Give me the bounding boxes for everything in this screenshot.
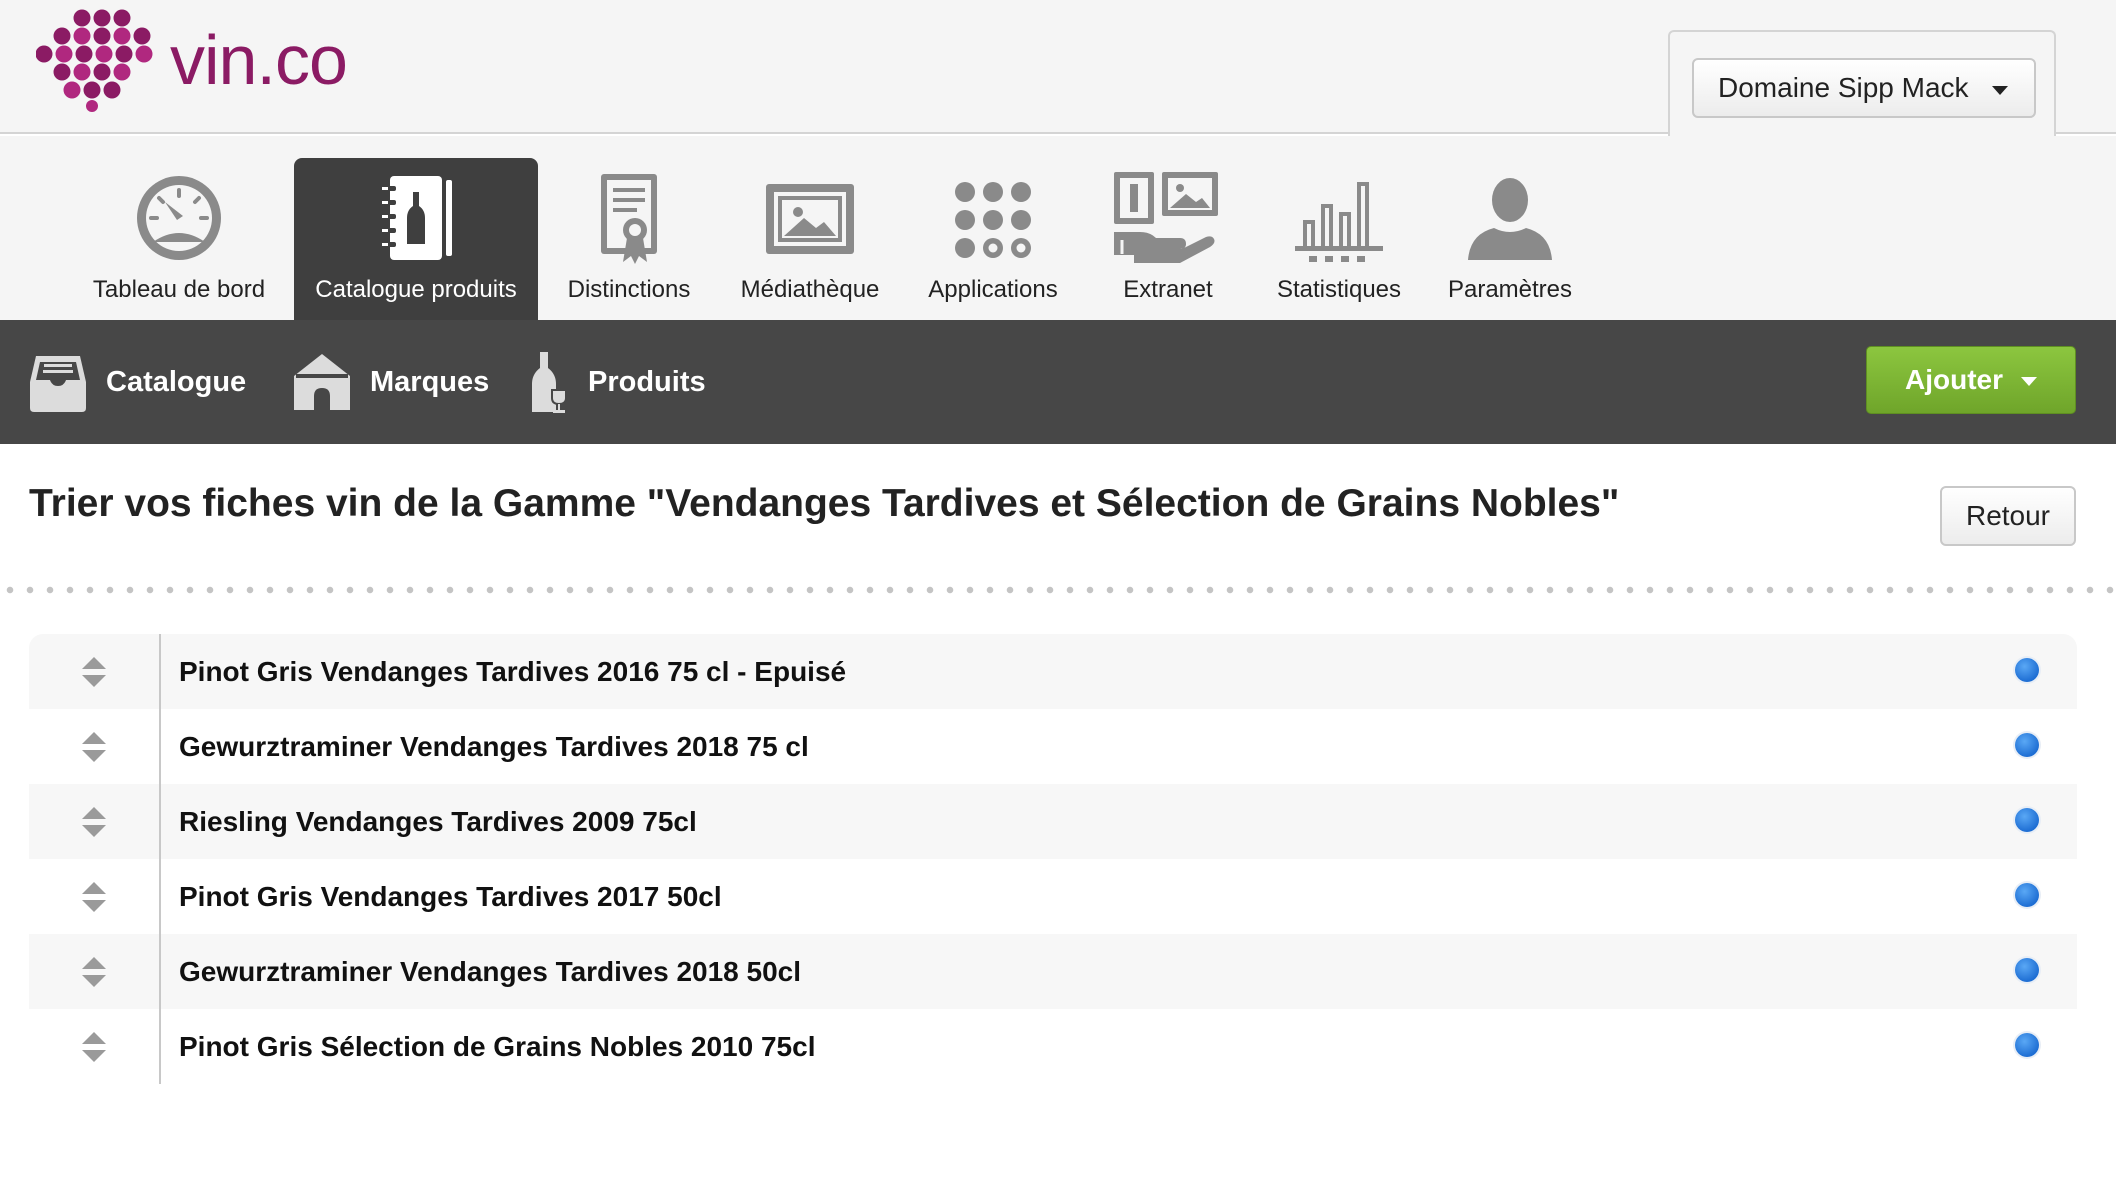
wine-name: Riesling Vendanges Tardives 2009 75cl bbox=[179, 805, 697, 837]
extranet-hand-icon bbox=[1114, 172, 1218, 263]
house-icon bbox=[294, 354, 350, 410]
sort-arrows-icon[interactable] bbox=[79, 1030, 109, 1064]
sort-arrows-icon[interactable] bbox=[79, 955, 109, 989]
logo-text-main: vin bbox=[170, 21, 257, 99]
bar-chart-icon bbox=[1295, 182, 1383, 262]
sort-arrows-icon[interactable] bbox=[79, 655, 109, 689]
grapes-logo-icon bbox=[36, 9, 153, 112]
wine-name: Pinot Gris Vendanges Tardives 2016 75 cl… bbox=[179, 655, 847, 687]
back-button[interactable]: Retour bbox=[1940, 486, 2076, 546]
module-statistiques[interactable]: Statistiques bbox=[1268, 158, 1410, 320]
wine-name: Pinot Gris Vendanges Tardives 2017 50cl bbox=[179, 880, 722, 912]
list-item[interactable]: Riesling Vendanges Tardives 2009 75cl bbox=[29, 784, 2077, 859]
wine-name: Pinot Gris Sélection de Grains Nobles 20… bbox=[179, 1030, 816, 1062]
module-nav: Tableau de bord Catalogue produits Disti… bbox=[0, 136, 2116, 320]
list-item[interactable]: Pinot Gris Vendanges Tardives 2017 50cl bbox=[29, 859, 2077, 934]
status-indicator bbox=[2015, 658, 2039, 682]
list-item[interactable]: Gewurztraminer Vendanges Tardives 2018 7… bbox=[29, 709, 2077, 784]
list-item[interactable]: Gewurztraminer Vendanges Tardives 2018 5… bbox=[29, 934, 2077, 1009]
image-gallery-icon bbox=[766, 184, 854, 254]
status-indicator bbox=[2015, 958, 2039, 982]
module-catalogue-produits[interactable]: Catalogue produits bbox=[294, 158, 538, 320]
add-button[interactable]: Ajouter bbox=[1866, 346, 2076, 414]
status-indicator bbox=[2015, 808, 2039, 832]
back-button-label: Retour bbox=[1965, 500, 2051, 531]
sort-arrows-icon[interactable] bbox=[79, 805, 109, 839]
drag-handle-cell[interactable] bbox=[29, 1009, 161, 1084]
catalog-book-icon bbox=[382, 176, 452, 260]
logo-text-dot: . bbox=[256, 21, 275, 99]
module-label: Catalogue produits bbox=[315, 276, 517, 303]
subnav-item-catalogue[interactable]: Catalogue bbox=[28, 320, 246, 444]
status-indicator bbox=[2015, 1033, 2039, 1057]
status-indicator bbox=[2015, 733, 2039, 757]
caret-down-icon bbox=[2021, 377, 2037, 386]
drag-handle-cell[interactable] bbox=[29, 709, 161, 784]
list-item[interactable]: Pinot Gris Sélection de Grains Nobles 20… bbox=[29, 1009, 2077, 1084]
caret-down-icon bbox=[1992, 86, 2008, 95]
dashboard-gauge-icon bbox=[137, 176, 221, 260]
wine-name: Gewurztraminer Vendanges Tardives 2018 5… bbox=[179, 955, 802, 987]
subnav-label: Produits bbox=[588, 365, 706, 398]
drag-handle-cell[interactable] bbox=[29, 784, 161, 859]
subnav-label: Marques bbox=[370, 365, 490, 398]
module-label: Tableau de bord bbox=[92, 276, 266, 303]
module-label: Paramètres bbox=[1447, 276, 1573, 303]
module-distinctions[interactable]: Distinctions bbox=[560, 158, 698, 320]
status-indicator bbox=[2015, 883, 2039, 907]
module-applications[interactable]: Applications bbox=[918, 158, 1068, 320]
page-title: Trier vos fiches vin de la Gamme "Vendan… bbox=[29, 482, 1620, 525]
dotted-divider bbox=[0, 586, 2116, 594]
domain-tab: Domaine Sipp Mack bbox=[1668, 30, 2056, 136]
domain-selector-label: Domaine Sipp Mack bbox=[1718, 72, 1969, 103]
drag-handle-cell[interactable] bbox=[29, 934, 161, 1009]
module-label: Distinctions bbox=[567, 276, 691, 303]
subnav-label: Catalogue bbox=[106, 365, 247, 398]
sortable-wine-list: Pinot Gris Vendanges Tardives 2016 75 cl… bbox=[29, 634, 2077, 1084]
inbox-tray-icon bbox=[30, 356, 86, 412]
module-extranet[interactable]: Extranet bbox=[1102, 158, 1234, 320]
module-label: Médiathèque bbox=[740, 276, 880, 303]
module-label: Applications bbox=[928, 276, 1058, 303]
module-parametres[interactable]: Paramètres bbox=[1442, 158, 1578, 320]
user-profile-icon bbox=[1468, 178, 1552, 260]
domain-selector-dropdown[interactable]: Domaine Sipp Mack bbox=[1692, 58, 2036, 118]
apps-grid-icon bbox=[955, 182, 1031, 258]
logo-wordmark: vin.co bbox=[170, 20, 348, 100]
subnav-item-produits[interactable]: Produits bbox=[530, 320, 706, 444]
subnav-item-marques[interactable]: Marques bbox=[292, 320, 489, 444]
sort-arrows-icon[interactable] bbox=[79, 880, 109, 914]
add-button-label: Ajouter bbox=[1905, 364, 2003, 395]
bottle-glass-icon bbox=[532, 352, 567, 413]
drag-handle-cell[interactable] bbox=[29, 859, 161, 934]
drag-handle-cell[interactable] bbox=[29, 634, 161, 709]
sort-arrows-icon[interactable] bbox=[79, 730, 109, 764]
module-label: Statistiques bbox=[1276, 276, 1402, 303]
top-header: vin.co Domaine Sipp Mack bbox=[0, 0, 2116, 136]
module-tableau-de-bord[interactable]: Tableau de bord bbox=[86, 158, 272, 320]
sub-nav: Catalogue Marques Produits Ajouter bbox=[0, 320, 2116, 444]
list-item[interactable]: Pinot Gris Vendanges Tardives 2016 75 cl… bbox=[29, 634, 2077, 709]
module-label: Extranet bbox=[1123, 276, 1213, 303]
module-mediatheque[interactable]: Médiathèque bbox=[722, 158, 898, 320]
wine-name: Gewurztraminer Vendanges Tardives 2018 7… bbox=[179, 730, 809, 762]
award-certificate-icon bbox=[601, 174, 657, 264]
logo-text-ext: co bbox=[274, 21, 348, 99]
